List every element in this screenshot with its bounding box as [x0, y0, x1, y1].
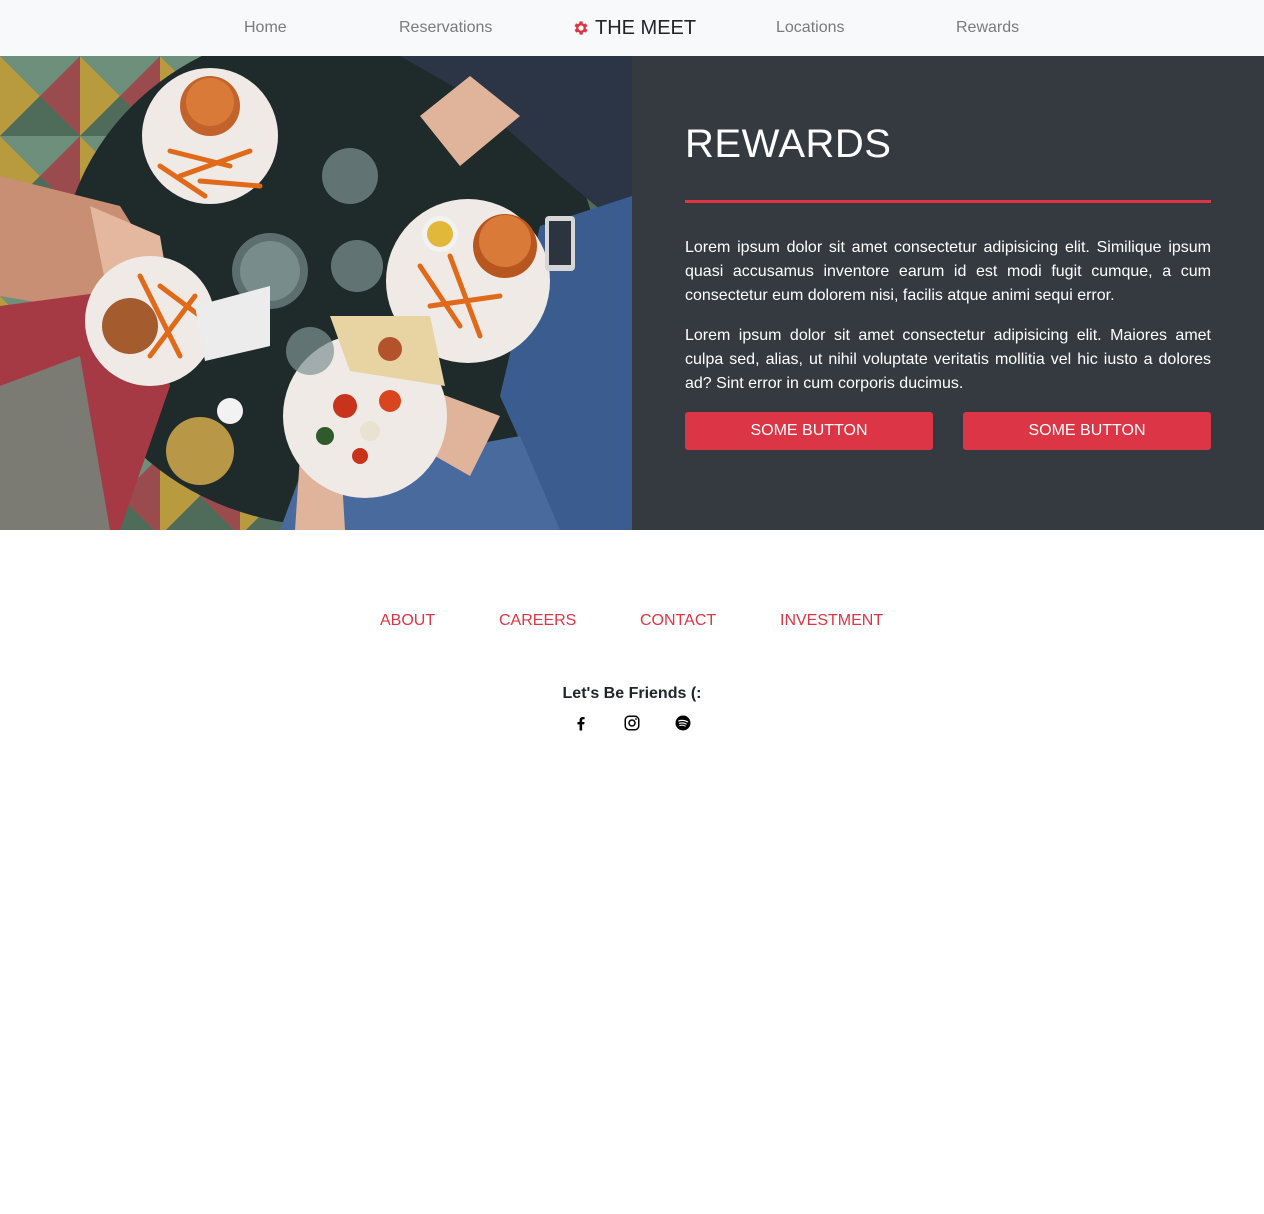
top-navbar: Home Reservations THE MEET Locations Rew… — [0, 0, 1264, 56]
nav-link-rewards[interactable]: Rewards — [956, 0, 1019, 56]
footer-link-investment[interactable]: INVESTMENT — [780, 612, 883, 630]
footer-link-contact[interactable]: CONTACT — [640, 612, 716, 630]
footer-link-careers[interactable]: CAREERS — [499, 612, 576, 630]
rewards-paragraph-2: Lorem ipsum dolor sit amet consectetur a… — [685, 327, 1211, 392]
footer-nav: ABOUT CAREERS CONTACT INVESTMENT — [0, 612, 1264, 634]
brand-logo[interactable]: THE MEET — [572, 0, 696, 56]
nav-link-locations[interactable]: Locations — [776, 0, 845, 56]
footer-link-about[interactable]: ABOUT — [380, 612, 435, 630]
hero-photo — [0, 56, 632, 530]
spotify-icon[interactable] — [674, 714, 692, 732]
nav-link-home[interactable]: Home — [244, 0, 287, 56]
rewards-hero: REWARDS Lorem ipsum dolor sit amet conse… — [0, 56, 1264, 530]
rewards-paragraph-1: Lorem ipsum dolor sit amet consectetur a… — [685, 239, 1211, 304]
rewards-panel: REWARDS Lorem ipsum dolor sit amet conse… — [632, 56, 1264, 530]
nav-link-reservations[interactable]: Reservations — [399, 0, 492, 56]
some-button-1[interactable]: SOME BUTTON — [685, 412, 933, 450]
food-table-illustration — [0, 56, 632, 530]
instagram-icon[interactable] — [623, 714, 641, 732]
rewards-title: REWARDS — [685, 122, 892, 166]
title-divider — [685, 200, 1211, 203]
brand-label: THE MEET — [595, 16, 697, 39]
some-button-2[interactable]: SOME BUTTON — [963, 412, 1211, 450]
gear-icon — [574, 21, 588, 35]
lets-be-friends-heading: Let's Be Friends (: — [562, 685, 702, 702]
facebook-icon[interactable] — [572, 714, 590, 732]
